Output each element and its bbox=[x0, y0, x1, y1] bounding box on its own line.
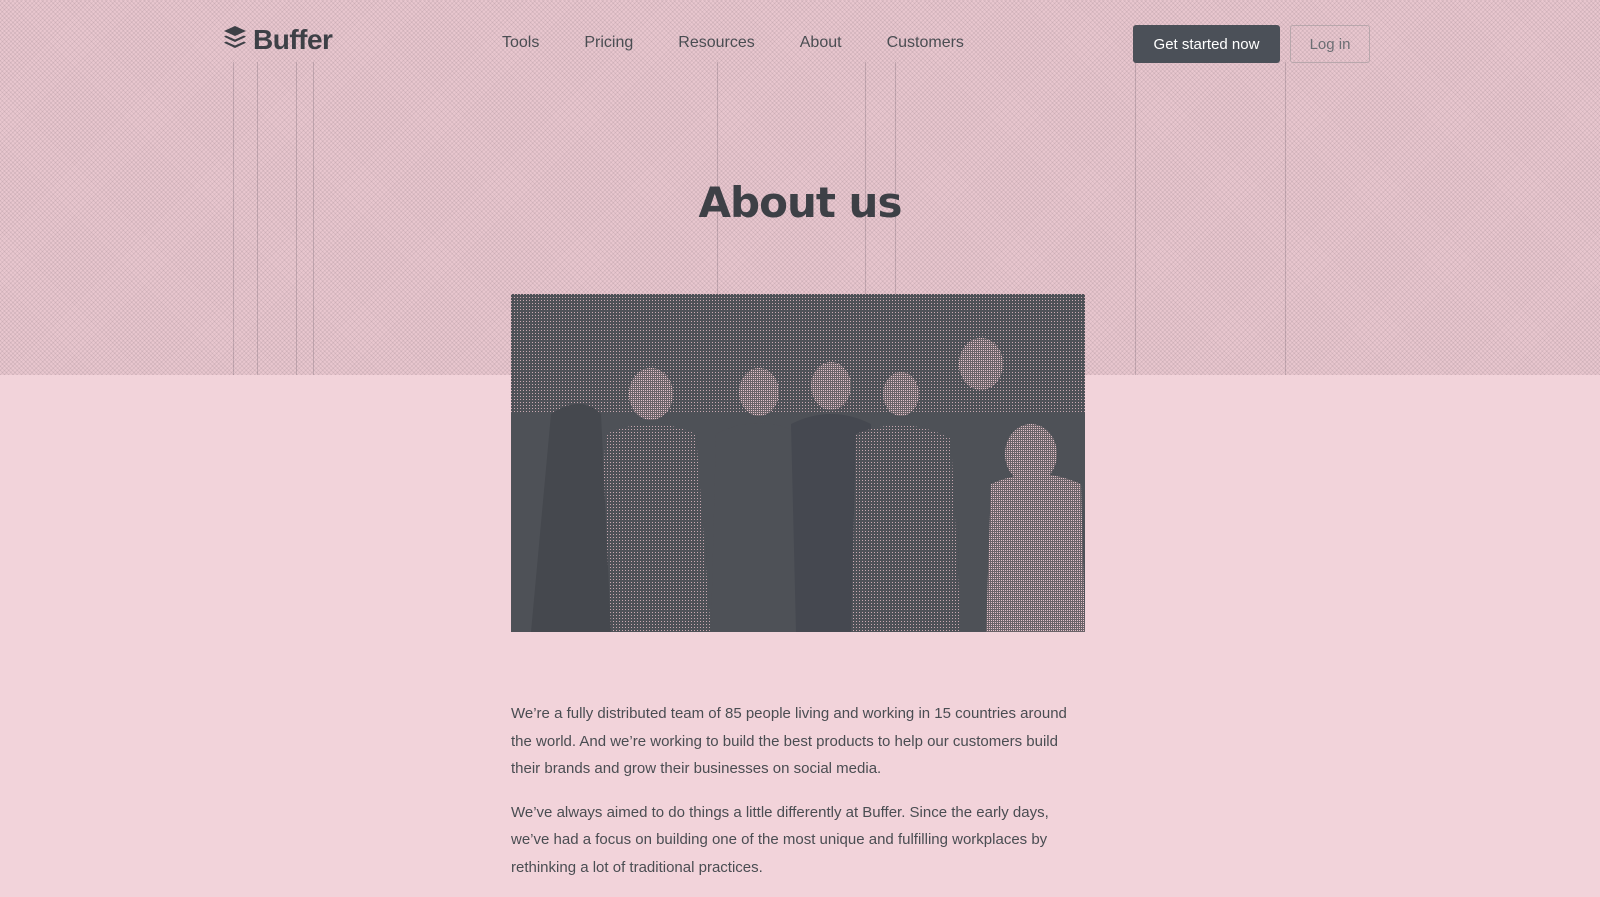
buffer-stack-icon bbox=[223, 25, 247, 56]
login-button[interactable]: Log in bbox=[1290, 25, 1370, 63]
site-header: Buffer Tools Pricing Resources About Cus… bbox=[0, 0, 1600, 90]
nav-pricing[interactable]: Pricing bbox=[584, 34, 633, 52]
page-title: About us bbox=[698, 178, 903, 227]
get-started-button[interactable]: Get started now bbox=[1133, 25, 1280, 63]
team-photo bbox=[511, 294, 1085, 632]
nav-tools[interactable]: Tools bbox=[502, 34, 539, 52]
about-paragraph: We’re a fully distributed team of 85 peo… bbox=[511, 705, 1067, 777]
logo-text: Buffer bbox=[253, 24, 333, 55]
main-nav: Tools Pricing Resources About Customers bbox=[502, 34, 1009, 52]
logo[interactable]: Buffer bbox=[223, 24, 333, 56]
nav-about[interactable]: About bbox=[800, 34, 842, 52]
about-content: We’re a fully distributed team of 85 peo… bbox=[511, 700, 1085, 897]
nav-customers[interactable]: Customers bbox=[887, 34, 964, 52]
nav-resources[interactable]: Resources bbox=[678, 34, 754, 52]
about-paragraph: We’ve always aimed to do things a little… bbox=[511, 803, 1049, 876]
